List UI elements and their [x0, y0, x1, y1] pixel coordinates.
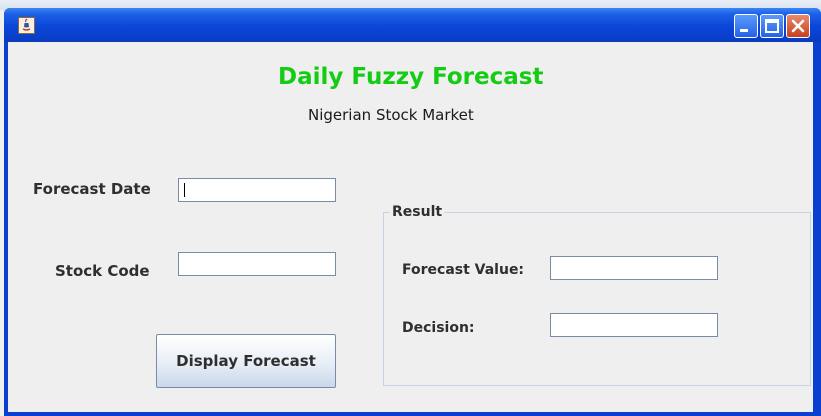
minimize-icon: [740, 29, 748, 32]
forecast-value-label: Forecast Value:: [402, 262, 525, 278]
java-app-icon[interactable]: [18, 17, 35, 34]
forecast-value-field[interactable]: [550, 256, 718, 280]
text-caret: [184, 183, 185, 197]
app-window: Daily Fuzzy Forecast Nigerian Stock Mark…: [4, 8, 821, 416]
window-titlebar[interactable]: [4, 8, 821, 42]
stock-code-field[interactable]: [178, 252, 336, 276]
decision-field[interactable]: [550, 313, 718, 337]
minimize-button[interactable]: [734, 14, 758, 38]
maximize-icon: [765, 19, 779, 33]
maximize-button[interactable]: [760, 14, 784, 38]
result-group: Result Forecast Value: Decision:: [383, 202, 811, 386]
window-content: Daily Fuzzy Forecast Nigerian Stock Mark…: [8, 42, 813, 412]
stock-code-label: Stock Code: [55, 262, 150, 280]
page-title: Daily Fuzzy Forecast: [278, 64, 544, 90]
decision-label: Decision:: [402, 320, 475, 336]
close-button[interactable]: [786, 14, 810, 38]
result-group-title: Result: [390, 202, 445, 222]
forecast-date-field[interactable]: [178, 178, 336, 202]
page-subtitle: Nigerian Stock Market: [308, 106, 474, 124]
close-icon: [791, 19, 805, 33]
forecast-date-label: Forecast Date: [33, 180, 151, 198]
display-forecast-button[interactable]: Display Forecast: [156, 334, 336, 388]
